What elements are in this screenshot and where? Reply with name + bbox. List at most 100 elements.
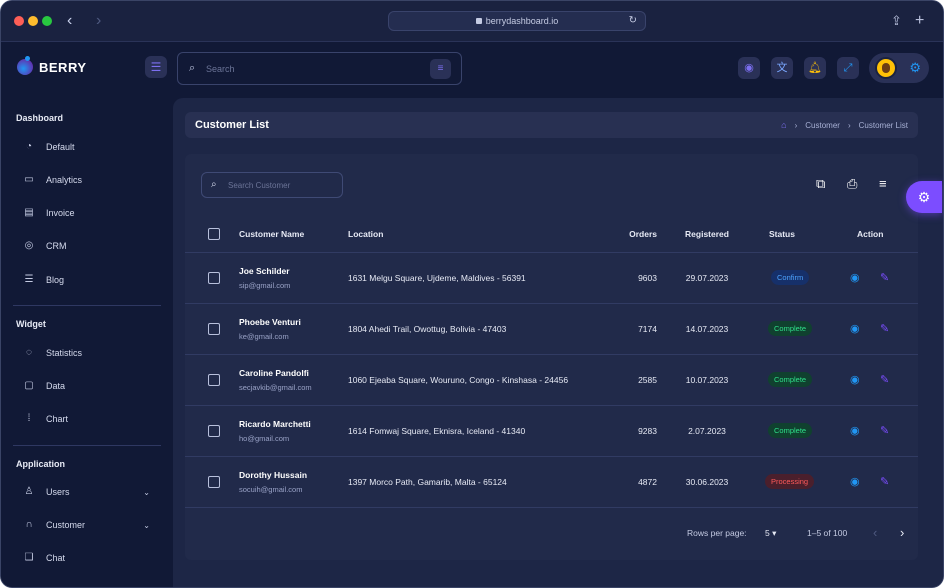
avatar: [875, 57, 897, 79]
column-header[interactable]: Orders: [610, 229, 657, 239]
column-header[interactable]: Status: [769, 229, 795, 239]
rows-per-page-select[interactable]: 5 ▾: [765, 528, 776, 539]
view-eye-icon[interactable]: ◉: [850, 373, 860, 387]
profile-menu-button[interactable]: ⚙: [869, 53, 929, 83]
table-row[interactable]: Ricardo Marchetti ho@gmail.com 1614 Fomw…: [185, 406, 918, 457]
gear-icon: ⚙: [909, 60, 921, 75]
table-row[interactable]: Dorothy Hussain socuih@gmail.com 1397 Mo…: [185, 457, 918, 508]
page-header: Customer List ⌂ › Customer › Customer Li…: [185, 112, 918, 138]
brand-logo[interactable]: BERRY: [17, 56, 87, 75]
sidebar-item-blog[interactable]: ☰ Blog: [23, 270, 158, 290]
previous-page-icon[interactable]: ‹: [873, 525, 877, 540]
sidebar-item-data[interactable]: ▢ Data: [23, 376, 158, 396]
live-customize-button[interactable]: ◉: [738, 57, 760, 79]
caret-down-icon: ▾: [772, 528, 777, 538]
menu-toggle-button[interactable]: ☰: [145, 56, 167, 78]
global-search-input[interactable]: [206, 61, 406, 77]
customer-name: Ricardo Marchetti: [239, 419, 311, 429]
sidebar-item-invoice[interactable]: ▤ Invoice: [23, 203, 158, 223]
forward-arrow-icon[interactable]: ›: [96, 12, 101, 30]
sidebar-item-customer[interactable]: ∩ Customer ⌄: [23, 515, 158, 535]
edit-pencil-icon[interactable]: ✎: [880, 271, 889, 285]
sidebar-item-chart[interactable]: ⁞ Chart: [23, 409, 158, 429]
edit-pencil-icon[interactable]: ✎: [880, 424, 889, 438]
sidebar-item-chat[interactable]: ❑ Chat: [23, 548, 158, 568]
breadcrumb: ⌂ › Customer › Customer List: [781, 120, 908, 130]
chevron-right-icon: ›: [794, 120, 798, 130]
table-row[interactable]: Joe Schilder sip@gmail.com 1631 Melgu Sq…: [185, 253, 918, 304]
customer-name: Joe Schilder: [239, 266, 290, 276]
sidebar-item-users[interactable]: ♙ Users ⌄: [23, 482, 158, 502]
fullscreen-button[interactable]: ⤢: [837, 57, 859, 79]
customer-email: sip@gmail.com: [239, 281, 291, 290]
pagination: Rows per page: 5 ▾ 1–5 of 100 ‹ ›: [185, 524, 918, 544]
column-header: Action: [857, 229, 884, 239]
view-eye-icon[interactable]: ◉: [850, 475, 860, 489]
device-analytics-icon: ▭: [24, 174, 34, 185]
sidebar-item-default[interactable]: ◔ Default: [23, 137, 158, 157]
minimize-window-button[interactable]: [28, 16, 38, 26]
customer-orders: 2585: [638, 375, 657, 385]
copy-icon[interactable]: ⧉: [816, 176, 825, 192]
sidebar-item-crm[interactable]: ◎ CRM: [23, 236, 158, 256]
sidebar-group-dashboard: Dashboard: [16, 113, 64, 123]
chevron-down-icon: ⌄: [143, 520, 150, 530]
customer-email: secjavkib@gmail.com: [239, 383, 312, 392]
print-icon[interactable]: ⎙: [847, 176, 857, 192]
breadcrumb-customer[interactable]: Customer: [805, 121, 840, 130]
sidebar-item-label: Data: [46, 381, 66, 391]
column-header[interactable]: Registered: [677, 229, 737, 239]
close-window-button[interactable]: [14, 16, 24, 26]
search-filter-button[interactable]: ≡: [430, 59, 451, 79]
language-button[interactable]: 文: [771, 57, 793, 79]
select-all-checkbox[interactable]: [208, 228, 220, 240]
table-header-row: Customer Name Location Orders Registered…: [185, 216, 918, 253]
view-eye-icon[interactable]: ◉: [850, 271, 860, 285]
page-title: Customer List: [195, 119, 269, 131]
customer-location: 1804 Ahedi Trail, Owottug, Bolivia - 474…: [348, 324, 507, 334]
view-eye-icon[interactable]: ◉: [850, 322, 860, 336]
table-row[interactable]: Phoebe Venturi ke@gmail.com 1804 Ahedi T…: [185, 304, 918, 355]
status-badge: Complete: [768, 372, 813, 387]
view-eye-icon[interactable]: ◉: [850, 424, 860, 438]
share-icon[interactable]: ⇪: [891, 13, 902, 29]
row-checkbox[interactable]: [208, 272, 220, 284]
customer-orders: 7174: [638, 324, 657, 334]
row-checkbox[interactable]: [208, 323, 220, 335]
customer-registered: 14.07.2023: [685, 324, 729, 334]
row-checkbox[interactable]: [208, 374, 220, 386]
global-search: ⌕ ≡: [177, 52, 462, 85]
table-row[interactable]: Caroline Pandolfi secjavkib@gmail.com 10…: [185, 355, 918, 406]
back-arrow-icon[interactable]: ‹: [67, 12, 72, 30]
customer-registered: 29.07.2023: [685, 273, 729, 283]
edit-pencil-icon[interactable]: ✎: [880, 322, 889, 336]
new-tab-icon[interactable]: +: [915, 13, 924, 29]
sidebar-item-label: Chat: [46, 553, 66, 563]
search-icon: ⌕: [211, 179, 217, 190]
sidebar-item-analytics[interactable]: ▭ Analytics: [23, 170, 158, 190]
sidebar-item-statistics[interactable]: ◌ Statistics: [23, 343, 158, 363]
address-bar[interactable]: berrydashboard.io ↻: [388, 11, 646, 31]
sidebar: Dashboard ◔ Default ▭ Analytics ▤ Invoice ◎…: [1, 98, 173, 587]
notification-bell-button[interactable]: 🔔︎: [804, 57, 826, 79]
customer-search-input[interactable]: [228, 178, 338, 192]
next-page-icon[interactable]: ›: [900, 525, 904, 540]
sidebar-item-label: CRM: [46, 241, 67, 251]
settings-gear-button[interactable]: ⚙: [906, 181, 942, 213]
row-checkbox[interactable]: [208, 476, 220, 488]
reload-icon[interactable]: ↻: [629, 12, 637, 30]
customer-email: socuih@gmail.com: [239, 485, 303, 494]
status-badge: Complete: [768, 423, 813, 438]
column-header[interactable]: Customer Name: [239, 229, 304, 239]
maximize-window-button[interactable]: [42, 16, 52, 26]
row-checkbox[interactable]: [208, 425, 220, 437]
edit-pencil-icon[interactable]: ✎: [880, 373, 889, 387]
search-icon: ⌕: [189, 62, 196, 74]
home-icon[interactable]: ⌂: [781, 120, 786, 130]
sidebar-divider: [13, 305, 161, 306]
edit-pencil-icon[interactable]: ✎: [880, 475, 889, 489]
filter-icon[interactable]: ≡: [879, 176, 887, 192]
app-header: BERRY ☰ ⌕ ≡ ◉ 文 🔔︎ ⤢ ⚙: [1, 42, 943, 98]
column-header[interactable]: Location: [348, 229, 383, 239]
browser-window: ‹ › berrydashboard.io ↻ ⇪ + BERRY ☰ ⌕ ≡ …: [0, 0, 944, 588]
